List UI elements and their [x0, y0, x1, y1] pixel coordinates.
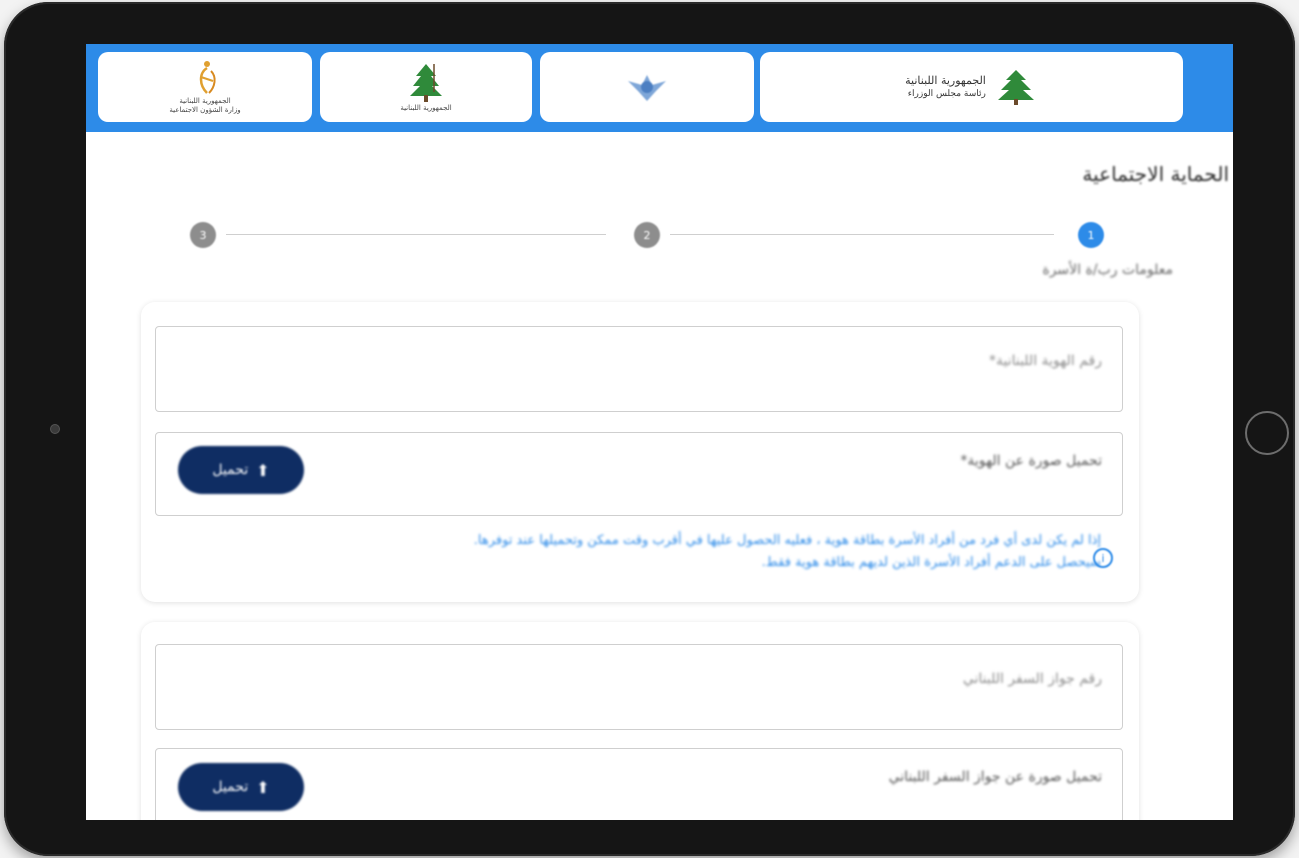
logo-caption-1: الجمهورية اللبنانية	[905, 74, 986, 87]
passport-number-placeholder: رقم جواز السفر اللبناني	[962, 671, 1102, 687]
home-button[interactable]	[1245, 411, 1289, 455]
presidency-text-block: الجمهورية اللبنانية رئاسة مجلس الوزراء	[905, 74, 986, 100]
active-step-label: معلومات رب/ة الأسرة	[1042, 262, 1173, 278]
logo-ministry-social-affairs: الجمهورية اللبنانية وزارة الشؤون الاجتما…	[98, 52, 312, 122]
step-connector	[670, 234, 1054, 235]
info-circle-icon: i	[1093, 548, 1113, 568]
logo-caption-2: رئاسة مجلس الوزراء	[907, 89, 986, 99]
upload-button-label: تحميل	[212, 779, 249, 795]
step-connector	[226, 234, 606, 235]
id-number-placeholder: رقم الهوية اللبنانية*	[988, 353, 1102, 369]
logo-presidency: الجمهورية اللبنانية رئاسة مجلس الوزراء	[760, 52, 1183, 122]
id-notice-text: إذا لم يكن لدى أي فرد من أفراد الأسرة بط…	[201, 530, 1101, 574]
cedar-icon	[410, 63, 442, 102]
stepper: 3 2 1	[86, 219, 1233, 259]
logo-caption: الجمهورية اللبنانية	[400, 103, 452, 112]
passport-upload-label: تحميل صورة عن جواز السفر اللبناني	[888, 769, 1102, 785]
upload-arrow-icon: ⬆	[256, 777, 270, 797]
passport-upload-button[interactable]: تحميل ⬆	[178, 763, 304, 811]
logo-caption-2: وزارة الشؤون الاجتماعية	[169, 106, 241, 114]
camera-dot	[50, 424, 60, 434]
id-upload-label: تحميل صورة عن الهوية*	[960, 453, 1102, 469]
page-title: الحماية الاجتماعية	[1082, 162, 1229, 186]
step-1-active[interactable]: 1	[1078, 222, 1104, 248]
id-upload-field: تحميل صورة عن الهوية* تحميل ⬆	[155, 432, 1123, 516]
header-bar: الجمهورية اللبنانية وزارة الشؤون الاجتما…	[86, 44, 1233, 132]
logo-army	[540, 52, 754, 122]
upload-button-label: تحميل	[212, 462, 249, 478]
id-card-section: رقم الهوية اللبنانية* تحميل صورة عن الهو…	[141, 302, 1139, 602]
social-affairs-logo-icon	[199, 61, 216, 94]
logo-lebanese-republic: الجمهورية اللبنانية	[320, 52, 532, 122]
logo-caption-1: الجمهورية اللبنانية	[179, 97, 231, 105]
upload-arrow-icon: ⬆	[256, 460, 270, 480]
cedar-icon	[997, 70, 1034, 105]
id-upload-button[interactable]: تحميل ⬆	[178, 446, 304, 494]
step-3[interactable]: 3	[190, 222, 216, 248]
army-emblem-icon	[628, 75, 666, 101]
passport-number-field[interactable]: رقم جواز السفر اللبناني	[155, 644, 1123, 730]
passport-upload-field: تحميل صورة عن جواز السفر اللبناني تحميل …	[155, 748, 1123, 820]
screen: الجمهورية اللبنانية وزارة الشؤون الاجتما…	[86, 44, 1233, 820]
id-number-field[interactable]: رقم الهوية اللبنانية*	[155, 326, 1123, 412]
notice-line-1: إذا لم يكن لدى أي فرد من أفراد الأسرة بط…	[473, 533, 1101, 548]
notice-line-2: سيحصل على الدعم أفراد الأسرة الذين لديهم…	[761, 555, 1101, 570]
step-2[interactable]: 2	[634, 222, 660, 248]
tablet-frame: الجمهورية اللبنانية وزارة الشؤون الاجتما…	[4, 2, 1295, 856]
passport-section: رقم جواز السفر اللبناني تحميل صورة عن جو…	[141, 622, 1139, 820]
